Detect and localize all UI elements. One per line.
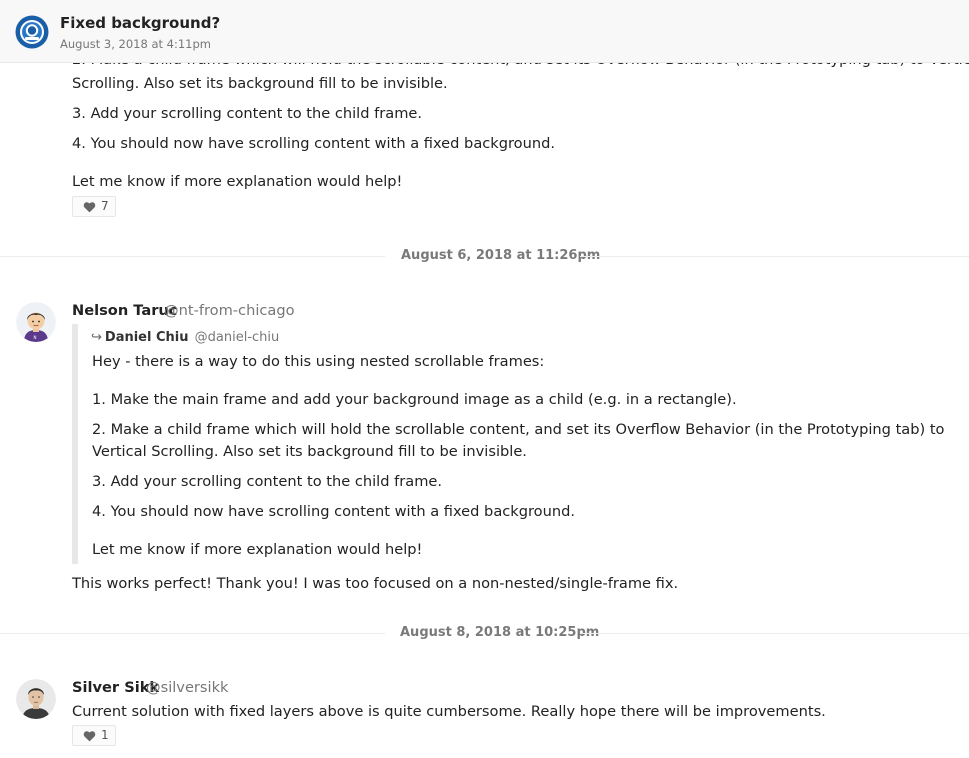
divider-line xyxy=(0,256,385,257)
svg-text:N: N xyxy=(34,335,37,340)
spectrum-logo-icon[interactable] xyxy=(15,15,49,49)
thread-date: August 3, 2018 at 4:11pm xyxy=(60,37,211,51)
thread-title[interactable]: Fixed background? xyxy=(60,14,220,32)
post-step-4: 4. You should now have scrolling content… xyxy=(72,135,556,152)
like-button[interactable]: 7 xyxy=(72,196,116,217)
like-button[interactable]: 1 xyxy=(72,725,116,746)
quote-author-name[interactable]: Daniel Chiu xyxy=(105,330,189,345)
heart-icon xyxy=(83,202,96,213)
avatar[interactable] xyxy=(16,679,56,719)
quote-step-4: 4. You should now have scrolling content… xyxy=(92,503,576,520)
quote-bar xyxy=(72,324,78,564)
author-handle[interactable]: @nt-from-chicago xyxy=(164,302,295,319)
reply-body: Current solution with fixed layers above… xyxy=(72,703,826,720)
quote-step-2: 2. Make a child frame which will hold th… xyxy=(92,421,945,438)
date-divider: August 8, 2018 at 10:25pm xyxy=(400,625,600,640)
quote-step-1: 1. Make the main frame and add your back… xyxy=(92,391,737,408)
quote-author: ↪ Daniel Chiu @daniel-chiu xyxy=(91,330,279,345)
post-closing: Let me know if more explanation would he… xyxy=(72,173,403,190)
quote-closing: Let me know if more explanation would he… xyxy=(92,541,423,558)
like-count: 1 xyxy=(101,728,109,742)
quote-author-handle[interactable]: @daniel-chiu xyxy=(195,330,280,345)
thread-header: Fixed background? August 3, 2018 at 4:11… xyxy=(0,0,969,63)
reply-body: This works perfect! Thank you! I was too… xyxy=(72,575,679,592)
post-step-3: 3. Add your scrolling content to the chi… xyxy=(72,105,423,122)
reply-arrow-icon: ↪ xyxy=(91,330,102,345)
heart-icon xyxy=(83,731,96,742)
avatar[interactable]: N xyxy=(16,302,56,342)
quote-step-2-cont: Vertical Scrolling. Also set its backgro… xyxy=(92,443,527,460)
divider-line xyxy=(580,633,969,634)
author-name[interactable]: Nelson Taruc xyxy=(72,302,177,319)
date-divider: August 6, 2018 at 11:26pm xyxy=(401,248,601,263)
divider-line xyxy=(580,256,969,257)
like-count: 7 xyxy=(101,199,109,213)
divider-line xyxy=(0,633,385,634)
thread-page: Fixed background? August 3, 2018 at 4:11… xyxy=(0,0,969,758)
quote-intro: Hey - there is a way to do this using ne… xyxy=(92,353,545,370)
avatar-image: N xyxy=(16,302,56,342)
quote-step-3: 3. Add your scrolling content to the chi… xyxy=(92,473,443,490)
author-handle[interactable]: @silversikk xyxy=(146,679,228,696)
post-line: Scrolling. Also set its background fill … xyxy=(72,75,448,92)
avatar-image xyxy=(16,679,56,719)
